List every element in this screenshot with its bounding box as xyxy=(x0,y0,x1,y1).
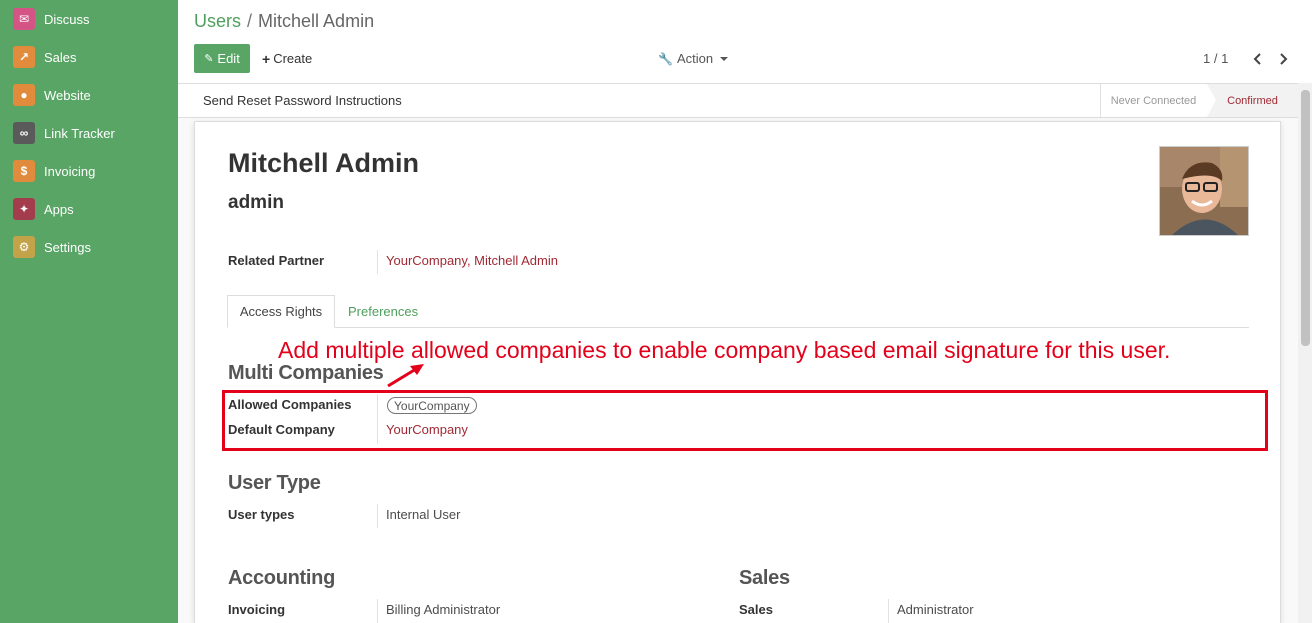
status-stage-arrow xyxy=(1207,84,1216,117)
app-sidebar: ✉ Discuss ↗ Sales ● Website ∞ Link Tracker $ Invo… xyxy=(0,0,178,623)
sidebar-item-invoicing[interactable]: $ Invoicing xyxy=(0,152,178,190)
related-partner-label: Related Partner xyxy=(228,253,325,268)
sidebar-item-label: Sales xyxy=(44,49,77,65)
field-separator xyxy=(377,599,378,623)
sales-value[interactable]: Administrator xyxy=(897,602,974,617)
status-stage-never-connected: Never Connected xyxy=(1100,84,1206,117)
sidebar-item-apps[interactable]: ✦ Apps xyxy=(0,190,178,228)
send-reset-password-button[interactable]: Send Reset Password Instructions xyxy=(203,93,402,108)
sidebar-item-label: Website xyxy=(44,87,91,103)
chat-icon: ✉ xyxy=(13,8,35,30)
link-icon: ∞ xyxy=(13,122,35,144)
create-button[interactable]: + Create xyxy=(262,44,312,73)
status-stage-confirmed: Confirmed xyxy=(1207,84,1298,117)
multi-companies-title: Multi Companies xyxy=(228,362,384,384)
pager-previous-button[interactable] xyxy=(1248,44,1268,73)
avatar-photo xyxy=(1160,147,1248,235)
invoicing-label: Invoicing xyxy=(228,602,286,617)
field-separator xyxy=(377,504,378,528)
pager-value[interactable]: 1 / 1 xyxy=(1203,44,1228,73)
sidebar-item-label: Apps xyxy=(44,201,74,217)
create-button-label: Create xyxy=(273,51,313,66)
default-company-link[interactable]: YourCompany xyxy=(386,422,468,437)
user-type-title: User Type xyxy=(228,472,321,494)
chevron-left-icon xyxy=(1253,52,1261,65)
annotation-arrow-icon xyxy=(387,364,424,388)
tab-access-rights[interactable]: Access Rights xyxy=(227,295,335,328)
pager-next-button[interactable] xyxy=(1273,44,1293,73)
tab-preferences[interactable]: Preferences xyxy=(348,304,418,319)
plus-icon: + xyxy=(262,50,271,67)
gear-icon: ⚙ xyxy=(13,236,35,258)
user-types-label: User types xyxy=(228,507,295,522)
form-statusbar: Send Reset Password Instructions Never C… xyxy=(178,83,1298,118)
sidebar-item-label: Settings xyxy=(44,239,91,255)
sales-title: Sales xyxy=(739,567,790,589)
edit-button[interactable]: ✎ Edit xyxy=(194,44,250,73)
accounting-title: Accounting xyxy=(228,567,335,589)
field-separator xyxy=(377,250,378,274)
tabs-underline xyxy=(228,327,1249,328)
action-dropdown-label: Action xyxy=(676,51,714,66)
sidebar-item-label: Invoicing xyxy=(44,163,96,179)
sidebar-item-label: Link Tracker xyxy=(44,125,115,141)
user-login[interactable]: admin xyxy=(228,192,284,214)
edit-button-label: Edit xyxy=(217,51,240,66)
allowed-companies-label: Allowed Companies xyxy=(228,397,352,412)
sidebar-item-link-tracker[interactable]: ∞ Link Tracker xyxy=(0,114,178,152)
allowed-company-tag[interactable]: YourCompany xyxy=(387,397,477,414)
related-partner-link[interactable]: YourCompany, Mitchell Admin xyxy=(386,253,558,268)
globe-icon: ● xyxy=(13,84,35,106)
sidebar-item-label: Discuss xyxy=(44,11,90,27)
field-separator xyxy=(377,394,378,444)
sidebar-item-website[interactable]: ● Website xyxy=(0,76,178,114)
chevron-right-icon xyxy=(1280,52,1288,65)
sales-label: Sales xyxy=(739,602,773,617)
scrollbar-thumb[interactable] xyxy=(1301,90,1310,346)
pencil-icon: ✎ xyxy=(204,53,214,65)
breadcrumb-current: Mitchell Admin xyxy=(258,11,375,31)
breadcrumb-users-link[interactable]: Users xyxy=(194,11,241,31)
chart-icon: ↗ xyxy=(13,46,35,68)
user-name-title[interactable]: Mitchell Admin xyxy=(228,148,419,179)
sidebar-item-discuss[interactable]: ✉ Discuss xyxy=(0,0,178,38)
apps-icon: ✦ xyxy=(13,198,35,220)
wrench-icon: 🔧 xyxy=(658,51,673,66)
invoicing-value[interactable]: Billing Administrator xyxy=(386,602,500,617)
annotation-highlight-box xyxy=(222,390,1268,451)
invoice-icon: $ xyxy=(13,160,35,182)
breadcrumb-separator: / xyxy=(247,11,253,31)
action-dropdown[interactable]: 🔧 Action xyxy=(658,44,729,73)
sidebar-item-sales[interactable]: ↗ Sales xyxy=(0,38,178,76)
default-company-label: Default Company xyxy=(228,422,335,437)
chevron-down-icon xyxy=(720,56,729,61)
sidebar-item-settings[interactable]: ⚙ Settings xyxy=(0,228,178,266)
field-separator xyxy=(888,599,889,623)
user-avatar[interactable] xyxy=(1159,146,1249,236)
breadcrumb: Users / Mitchell Admin xyxy=(194,11,374,32)
user-types-value[interactable]: Internal User xyxy=(386,507,460,522)
